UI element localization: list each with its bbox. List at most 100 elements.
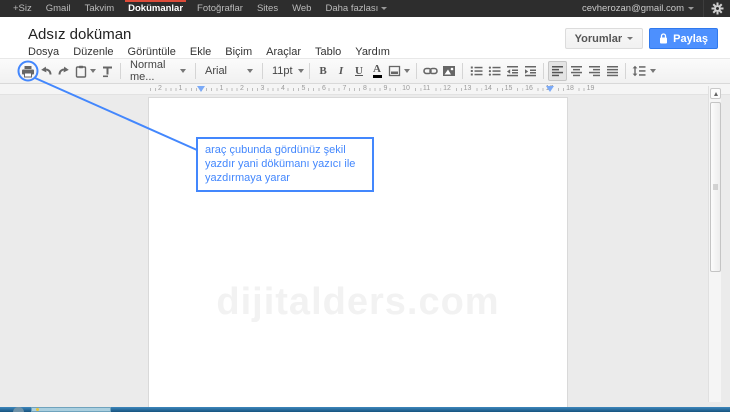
web-clipboard-button[interactable]: [73, 61, 98, 81]
line-spacing-button[interactable]: [630, 61, 658, 81]
increase-indent-button[interactable]: [521, 61, 539, 81]
menu-format[interactable]: Biçim: [225, 46, 260, 58]
insert-image-button[interactable]: [440, 61, 458, 81]
toolbar-separator: [309, 63, 310, 79]
callout-text-box: araç çubunda gördünüz şekil yazdır yani …: [196, 137, 374, 192]
doc-header: Adsız doküman Dosya Düzenle Görüntüle Ek…: [0, 17, 730, 58]
vertical-scrollbar[interactable]: [708, 86, 721, 402]
topbar-item-calendar[interactable]: Takvim: [78, 0, 122, 17]
toolbar-separator: [262, 63, 263, 79]
align-center-button[interactable]: [567, 61, 585, 81]
topbar-item-documents[interactable]: Dokümanlar: [121, 0, 190, 17]
styles-dropdown[interactable]: Normal me...: [125, 61, 191, 81]
chevron-down-icon: [247, 69, 253, 73]
numbered-list-icon: [470, 65, 483, 77]
menu-tools[interactable]: Araçlar: [266, 46, 309, 58]
menu-file[interactable]: Dosya: [28, 46, 67, 58]
font-dropdown-value: Arial: [205, 65, 227, 77]
print-button[interactable]: [19, 61, 37, 81]
chevron-down-icon: [381, 7, 387, 10]
ruler[interactable]: 2112345678910111213141516171819: [0, 84, 730, 95]
toolbar: Normal me... Arial 11pt B I U A: [0, 58, 730, 84]
menu-table[interactable]: Tablo: [315, 46, 349, 58]
scrollbar-thumb[interactable]: [710, 102, 721, 272]
document-title[interactable]: Adsız doküman: [28, 26, 131, 43]
toolbar-separator: [120, 63, 121, 79]
align-right-button[interactable]: [585, 61, 603, 81]
topbar-nav: +Siz Gmail Takvim Dokümanlar Fotoğraflar…: [0, 0, 394, 17]
left-indent-marker-icon[interactable]: [197, 86, 205, 92]
topbar-item-plus-you[interactable]: +Siz: [6, 0, 39, 17]
comments-button[interactable]: Yorumlar: [565, 28, 643, 49]
font-size-dropdown[interactable]: 11pt: [267, 61, 305, 81]
ruler-number: 15: [503, 85, 515, 92]
menu-view[interactable]: Görüntüle: [128, 46, 184, 58]
taskbar-app-icon: [36, 408, 39, 411]
menu-help[interactable]: Yardım: [355, 46, 398, 58]
align-right-icon: [588, 65, 601, 77]
account-menu[interactable]: cevherozan@gmail.com: [573, 3, 703, 14]
ruler-number: 9: [382, 85, 390, 92]
styles-dropdown-value: Normal me...: [130, 59, 175, 83]
ruler-number: 19: [585, 85, 597, 92]
topbar-item-sites[interactable]: Sites: [250, 0, 285, 17]
topbar-item-photos[interactable]: Fotoğraflar: [190, 0, 250, 17]
watermark-text: dijitalders.com: [149, 281, 567, 324]
numbered-list-button[interactable]: [467, 61, 485, 81]
text-color-button[interactable]: A: [368, 61, 386, 81]
scroll-up-button[interactable]: [710, 88, 721, 99]
paint-format-icon: [101, 65, 114, 78]
clipboard-icon: [75, 65, 87, 78]
chevron-down-icon: [90, 69, 96, 73]
bulleted-list-icon: [488, 65, 501, 77]
toolbar-separator: [543, 63, 544, 79]
right-indent-marker-icon[interactable]: [546, 86, 554, 92]
ruler-number: 10: [400, 85, 412, 92]
taskbar-app-button[interactable]: [31, 407, 111, 412]
ruler-number: 1: [218, 85, 226, 92]
ruler-number: 8: [361, 85, 369, 92]
align-left-button[interactable]: [548, 61, 567, 81]
chain-link-icon: [423, 66, 438, 76]
highlight-color-icon: [388, 65, 401, 77]
italic-button[interactable]: I: [332, 61, 350, 81]
ruler-number: 13: [462, 85, 474, 92]
start-button[interactable]: [13, 407, 24, 412]
decrease-indent-icon: [506, 65, 519, 77]
text-color-swatch: [373, 75, 382, 78]
settings-button[interactable]: [704, 0, 730, 17]
ruler-number: 12: [441, 85, 453, 92]
header-actions: Yorumlar Paylaş: [565, 28, 718, 49]
insert-image-icon: [442, 65, 456, 77]
chevron-down-icon: [627, 37, 633, 40]
menu-insert[interactable]: Ekle: [190, 46, 219, 58]
windows-taskbar[interactable]: [0, 407, 730, 412]
text-color-icon: A: [373, 65, 382, 78]
font-dropdown[interactable]: Arial: [200, 61, 258, 81]
menu-edit[interactable]: Düzenle: [73, 46, 121, 58]
redo-arrow-icon: [57, 65, 71, 78]
topbar-item-more[interactable]: Daha fazlası: [318, 0, 393, 17]
bold-button[interactable]: B: [314, 61, 332, 81]
decrease-indent-button[interactable]: [503, 61, 521, 81]
align-left-icon: [551, 65, 564, 77]
insert-link-button[interactable]: [421, 61, 440, 81]
scrollbar-grip-icon: [713, 185, 718, 190]
share-button[interactable]: Paylaş: [649, 28, 718, 49]
printer-icon: [21, 65, 35, 78]
bulleted-list-button[interactable]: [485, 61, 503, 81]
ruler-number: 2: [156, 85, 164, 92]
underline-button[interactable]: U: [350, 61, 368, 81]
ruler-number: 14: [482, 85, 494, 92]
highlight-color-button[interactable]: [386, 61, 412, 81]
paint-format-button[interactable]: [98, 61, 116, 81]
justify-button[interactable]: [603, 61, 621, 81]
toolbar-separator: [625, 63, 626, 79]
ruler-number: 6: [320, 85, 328, 92]
redo-button[interactable]: [55, 61, 73, 81]
undo-button[interactable]: [37, 61, 55, 81]
ruler-number: 11: [421, 85, 432, 92]
topbar-item-gmail[interactable]: Gmail: [39, 0, 78, 17]
topbar-item-web[interactable]: Web: [285, 0, 318, 17]
chevron-down-icon: [688, 7, 694, 10]
